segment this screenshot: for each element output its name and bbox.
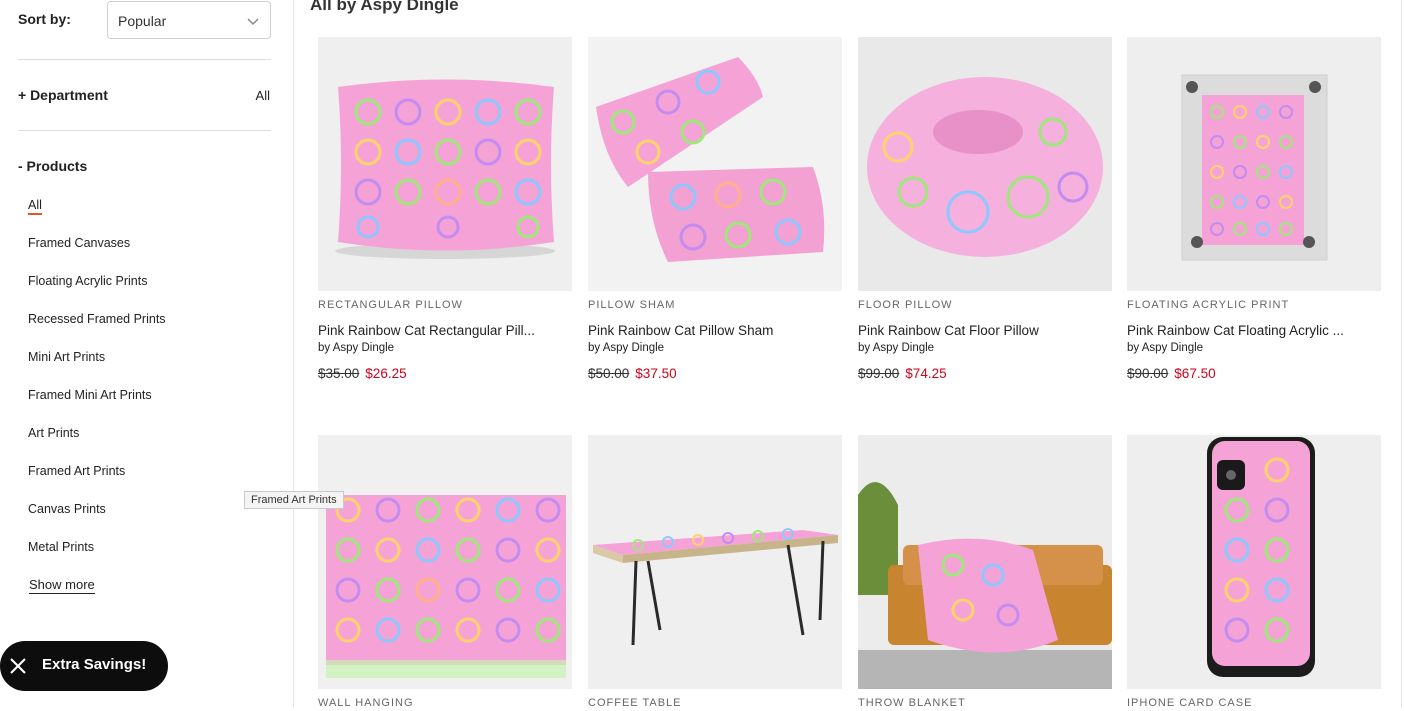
original-price: $99.00: [858, 366, 900, 381]
product-filter-canvas-prints[interactable]: Canvas Prints: [28, 500, 166, 538]
product-price: $90.00 $67.50: [1127, 366, 1381, 381]
product-artist[interactable]: by Aspy Dingle: [318, 342, 572, 356]
product-card[interactable]: IPHONE CARD CASE: [1127, 435, 1381, 711]
product-card[interactable]: WALL HANGING: [318, 435, 572, 711]
product-filter-all[interactable]: All: [28, 196, 166, 234]
product-grid: All by Aspy Dingle RECTANGULAR PILLOW Pi…: [294, 0, 1404, 711]
original-price: $35.00: [318, 366, 360, 381]
product-filter-framed-art-prints[interactable]: Framed Art Prints: [28, 462, 166, 500]
product-filter-recessed-framed-prints[interactable]: Recessed Framed Prints: [28, 310, 166, 348]
product-image[interactable]: [858, 37, 1112, 291]
sale-price: $37.50: [635, 366, 677, 381]
show-more-link[interactable]: Show more: [29, 577, 95, 594]
sale-price: $67.50: [1174, 366, 1216, 381]
product-category: THROW BLANKET: [858, 697, 966, 709]
product-category: WALL HANGING: [318, 697, 414, 709]
extra-savings-label: Extra Savings!: [42, 656, 147, 673]
product-title[interactable]: Pink Rainbow Cat Floating Acrylic ...: [1127, 323, 1381, 340]
tooltip: Framed Art Prints: [244, 491, 344, 509]
product-category: FLOOR PILLOW: [858, 299, 953, 311]
close-icon[interactable]: [9, 657, 27, 675]
product-card[interactable]: COFFEE TABLE: [588, 435, 842, 711]
product-category: IPHONE CARD CASE: [1127, 697, 1253, 709]
product-filter-metal-prints[interactable]: Metal Prints: [28, 538, 166, 576]
product-image[interactable]: [318, 37, 572, 291]
product-price: $50.00 $37.50: [588, 366, 842, 381]
product-title[interactable]: Pink Rainbow Cat Floor Pillow: [858, 323, 1112, 340]
page-title: All by Aspy Dingle: [310, 0, 459, 14]
sort-label: Sort by:: [18, 11, 71, 27]
product-image[interactable]: [858, 435, 1112, 689]
product-category: PILLOW SHAM: [588, 299, 676, 311]
sale-price: $74.25: [905, 366, 947, 381]
product-image[interactable]: [588, 435, 842, 689]
product-category: RECTANGULAR PILLOW: [318, 299, 463, 311]
product-title[interactable]: Pink Rainbow Cat Rectangular Pill...: [318, 323, 572, 340]
product-image[interactable]: [588, 37, 842, 291]
filter-sidebar: Sort by: Popular + Department All - Prod…: [0, 0, 294, 708]
product-image[interactable]: [1127, 37, 1381, 291]
product-card[interactable]: THROW BLANKET: [858, 435, 1112, 711]
product-artist[interactable]: by Aspy Dingle: [1127, 342, 1381, 356]
sort-dropdown[interactable]: Popular: [107, 1, 271, 39]
products-filter-list: All Framed Canvases Floating Acrylic Pri…: [28, 196, 166, 576]
product-filter-art-prints[interactable]: Art Prints: [28, 424, 166, 462]
product-filter-framed-mini-art-prints[interactable]: Framed Mini Art Prints: [28, 386, 166, 424]
product-card[interactable]: PILLOW SHAM Pink Rainbow Cat Pillow Sham…: [588, 37, 842, 381]
product-image[interactable]: [1127, 435, 1381, 689]
product-artist[interactable]: by Aspy Dingle: [858, 342, 1112, 356]
original-price: $90.00: [1127, 366, 1169, 381]
product-price: $35.00 $26.25: [318, 366, 572, 381]
product-filter-framed-canvases[interactable]: Framed Canvases: [28, 234, 166, 272]
chevron-down-icon: [247, 18, 259, 26]
product-image[interactable]: [318, 435, 572, 689]
product-card[interactable]: RECTANGULAR PILLOW Pink Rainbow Cat Rect…: [318, 37, 572, 381]
products-toggle[interactable]: - Products: [18, 158, 87, 174]
product-filter-mini-art-prints[interactable]: Mini Art Prints: [28, 348, 166, 386]
product-category: FLOATING ACRYLIC PRINT: [1127, 299, 1290, 311]
original-price: $50.00: [588, 366, 630, 381]
product-card[interactable]: FLOOR PILLOW Pink Rainbow Cat Floor Pill…: [858, 37, 1112, 381]
product-filter-floating-acrylic-prints[interactable]: Floating Acrylic Prints: [28, 272, 166, 310]
product-card[interactable]: FLOATING ACRYLIC PRINT Pink Rainbow Cat …: [1127, 37, 1381, 381]
divider: [1401, 0, 1402, 708]
department-toggle[interactable]: + Department: [18, 87, 108, 103]
divider: [18, 130, 271, 131]
product-title[interactable]: Pink Rainbow Cat Pillow Sham: [588, 323, 842, 340]
product-price: $99.00 $74.25: [858, 366, 1112, 381]
product-category: COFFEE TABLE: [588, 697, 682, 709]
sale-price: $26.25: [365, 366, 407, 381]
department-value: All: [255, 88, 270, 103]
extra-savings-button[interactable]: Extra Savings!: [0, 641, 168, 691]
product-artist[interactable]: by Aspy Dingle: [588, 342, 842, 356]
divider: [18, 59, 271, 60]
sort-value: Popular: [118, 13, 167, 29]
